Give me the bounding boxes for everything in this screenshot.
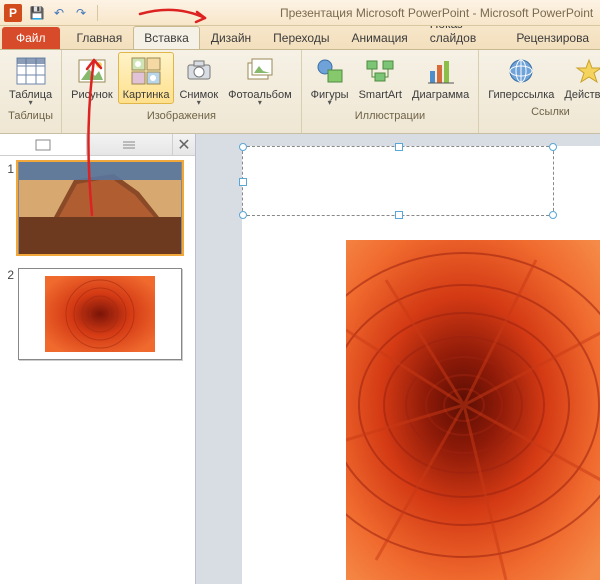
tab-home[interactable]: Главная [66, 26, 134, 49]
photoalbum-label: Фотоальбом [228, 89, 292, 105]
thumbnail-2-number: 2 [4, 268, 18, 282]
outline-tab-icon [121, 139, 137, 151]
group-tables: Таблица Таблицы [0, 50, 62, 133]
thumbnail-2-frame [18, 268, 182, 360]
quick-access-toolbar: 💾 ↶ ↷ [28, 4, 101, 22]
group-links-label: Ссылки [531, 104, 570, 120]
panel-close-button[interactable]: ✕ [173, 135, 195, 155]
redo-icon[interactable]: ↷ [72, 4, 90, 22]
resize-handle-se[interactable] [549, 211, 557, 219]
group-tables-label: Таблицы [8, 108, 53, 124]
slides-tab[interactable] [0, 134, 87, 155]
slide-panel-tabs: ✕ [0, 134, 195, 156]
table-label: Таблица [9, 89, 52, 105]
tab-design[interactable]: Дизайн [200, 26, 262, 49]
picture-icon [76, 55, 108, 87]
undo-icon[interactable]: ↶ [50, 4, 68, 22]
resize-handle-sw[interactable] [239, 211, 247, 219]
smartart-button[interactable]: SmartArt [354, 52, 407, 104]
action-icon [573, 55, 600, 87]
tab-review[interactable]: Рецензирова [505, 26, 600, 49]
chart-label: Диаграмма [412, 89, 469, 101]
clipart-label: Картинка [123, 89, 170, 101]
slides-tab-icon [35, 139, 51, 151]
resize-handle-s[interactable] [395, 211, 403, 219]
shapes-label: Фигуры [311, 89, 349, 105]
picture-button[interactable]: Рисунок [66, 52, 118, 104]
app-icon: P [4, 4, 22, 22]
slide-image[interactable] [346, 240, 600, 580]
outline-tab[interactable] [87, 134, 174, 155]
thumbnail-2[interactable]: 2 [4, 268, 191, 360]
title-placeholder[interactable] [242, 146, 554, 216]
thumbnail-1-image [19, 162, 181, 254]
clipart-button[interactable]: Картинка [118, 52, 175, 104]
smartart-icon [364, 55, 396, 87]
window-title: Презентация Microsoft PowerPoint - Micro… [280, 6, 593, 20]
ribbon: Таблица Таблицы Рисунок Картинка [0, 50, 600, 134]
tab-transitions[interactable]: Переходы [262, 26, 340, 49]
group-illustrations-label: Иллюстрации [355, 108, 425, 124]
file-tab[interactable]: Файл [2, 27, 60, 49]
group-images-label: Изображения [147, 108, 216, 124]
thumbnails: 1 2 [0, 156, 195, 584]
thumbnail-1[interactable]: 1 [4, 162, 191, 254]
table-icon [15, 55, 47, 87]
thumbnail-1-frame [18, 162, 182, 254]
thumbnail-2-image [45, 276, 155, 352]
photoalbum-icon [244, 55, 276, 87]
picture-label: Рисунок [71, 89, 113, 101]
resize-handle-w[interactable] [239, 178, 247, 186]
tab-insert[interactable]: Вставка [133, 26, 200, 49]
shapes-button[interactable]: Фигуры [306, 52, 354, 108]
resize-handle-ne[interactable] [549, 143, 557, 151]
chart-button[interactable]: Диаграмма [407, 52, 474, 104]
action-button[interactable]: Действие [559, 52, 600, 104]
group-images: Рисунок Картинка Снимок Фотоальбом [62, 50, 302, 133]
resize-handle-nw[interactable] [239, 143, 247, 151]
chart-icon [425, 55, 457, 87]
hyperlink-button[interactable]: Гиперссылка [483, 52, 559, 104]
smartart-label: SmartArt [359, 89, 402, 101]
group-links: Гиперссылка Действие Ссылки [479, 50, 600, 133]
photoalbum-button[interactable]: Фотоальбом [223, 52, 297, 108]
qat-separator [97, 5, 98, 21]
save-icon[interactable]: 💾 [28, 4, 46, 22]
workspace: ✕ 1 2 [0, 134, 600, 584]
hyperlink-icon [505, 55, 537, 87]
flower-image [346, 240, 600, 580]
hyperlink-label: Гиперссылка [488, 89, 554, 101]
screenshot-label: Снимок [179, 89, 218, 105]
slide-panel: ✕ 1 2 [0, 134, 196, 584]
title-bar: P 💾 ↶ ↷ Презентация Microsoft PowerPoint… [0, 0, 600, 26]
ribbon-tabs: Файл Главная Вставка Дизайн Переходы Ани… [0, 26, 600, 50]
tab-animations[interactable]: Анимация [340, 26, 418, 49]
screenshot-button[interactable]: Снимок [174, 52, 223, 108]
group-illustrations: Фигуры SmartArt Диаграмма Иллюстрации [302, 50, 480, 133]
thumbnail-1-number: 1 [4, 162, 18, 176]
resize-handle-n[interactable] [395, 143, 403, 151]
slide-canvas[interactable] [242, 146, 600, 584]
shapes-icon [314, 55, 346, 87]
table-button[interactable]: Таблица [4, 52, 57, 108]
clipart-icon [130, 55, 162, 87]
screenshot-icon [183, 55, 215, 87]
action-label: Действие [564, 89, 600, 101]
